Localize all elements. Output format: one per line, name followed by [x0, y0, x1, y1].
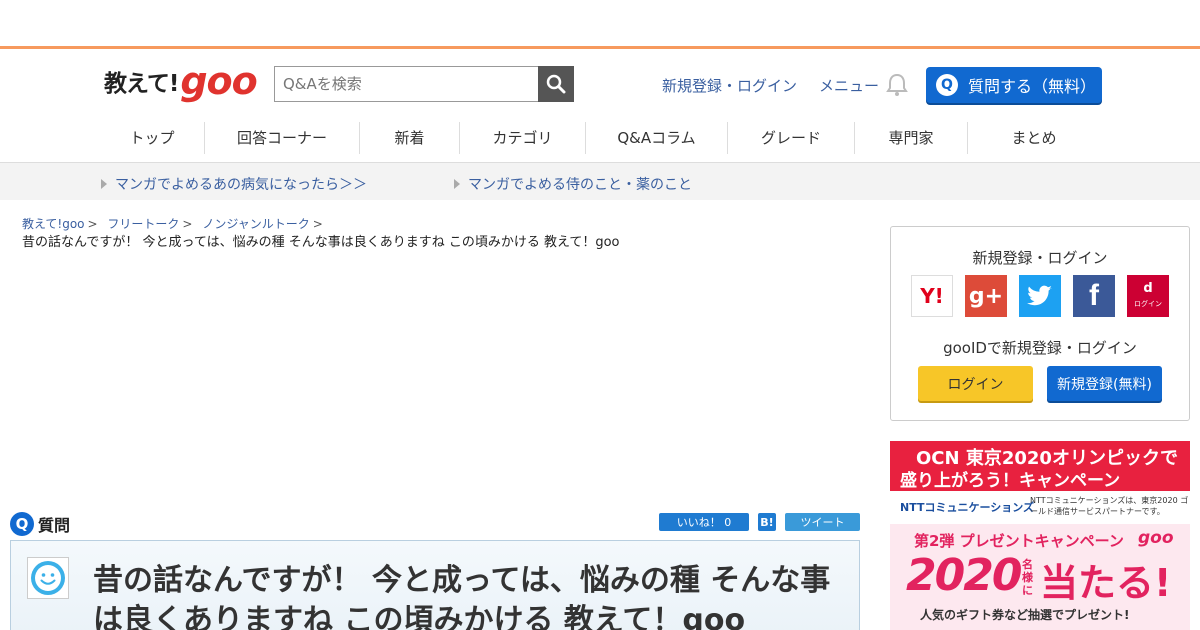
banner-line2: 盛り上がろう！キャンペーン — [900, 471, 1121, 491]
breadcrumb-separator: > — [87, 217, 98, 231]
arrow-right-icon — [101, 179, 107, 189]
banner2-bottom: 人気のギフト券など抽選でプレゼント! — [920, 608, 1130, 622]
facebook-login-icon[interactable]: f — [1073, 275, 1115, 317]
smiley-avatar-icon — [31, 561, 65, 595]
docomo-login-label: ログイン — [1134, 299, 1162, 308]
login-panel: 新規登録・ログイン Y! g+ f d ログイン gooIDで新規登録・ログイン… — [890, 226, 1190, 421]
header-accent-line — [0, 46, 1200, 49]
docomo-login-icon[interactable]: d ログイン — [1127, 275, 1169, 317]
logo-brand: goo — [180, 59, 257, 103]
question-title: 昔の話なんですが！ 今と成っては、悩みの種 そんな事は良くありますね この頃みか… — [93, 563, 831, 630]
hatena-label: B! — [760, 515, 774, 529]
arrow-right-icon — [454, 179, 460, 189]
nav-grade[interactable]: グレード — [728, 122, 855, 154]
social-login-icons: Y! g+ f d ログイン — [911, 275, 1169, 317]
bell-icon — [886, 73, 908, 96]
gooid-heading: gooIDで新規登録・ログイン — [943, 339, 1137, 357]
nav-qa-column[interactable]: Q&Aコラム — [586, 122, 728, 154]
search-form — [274, 66, 574, 102]
promo-link-medicine[interactable]: マンガでよめる侍のこと・薬のこと — [454, 174, 692, 194]
promo-link-disease[interactable]: マンガでよめるあの病気になったら＞＞ — [101, 174, 367, 194]
promo-link-label: マンガでよめる侍のこと・薬のこと — [468, 177, 692, 193]
nav-new[interactable]: 新着 — [360, 122, 460, 154]
header-links: 新規登録・ログイン メニュー — [662, 75, 879, 96]
avatar[interactable] — [27, 557, 69, 599]
nav-answer-corner[interactable]: 回答コーナー — [205, 122, 360, 154]
breadcrumb-item[interactable]: 教えて!goo — [22, 217, 85, 231]
breadcrumb: 教えて!goo > フリートーク > ノンジャンルトーク > — [22, 215, 329, 232]
banner2-line1: 第2弾 プレゼントキャンペーン — [914, 532, 1124, 550]
nav-expert[interactable]: 専門家 — [855, 122, 968, 154]
question-icon: Q — [10, 512, 34, 536]
like-button[interactable]: いいね！ 0 — [659, 513, 749, 531]
banner2-hit: 当たる! — [1040, 561, 1172, 605]
banner2-goo-logo: goo — [1138, 528, 1174, 548]
logo-text: 教えて! — [104, 71, 179, 97]
banner2-number: 2020 — [906, 550, 1022, 601]
nav-top[interactable]: トップ — [100, 122, 205, 154]
breadcrumb-separator: > — [182, 217, 193, 231]
twitter-bird-icon — [1027, 285, 1052, 306]
banner-note: NTTコミュニケーションズは、東京2020 ゴールド通信サービスパートナーです。 — [1030, 496, 1189, 516]
login-button[interactable]: ログイン — [918, 366, 1033, 401]
promo-link-label: マンガでよめるあの病気になったら＞＞ — [115, 177, 367, 193]
present-campaign-banner[interactable]: 第2弾 プレゼントキャンペーン goo 2020 名様に 当たる! 人気のギフト… — [890, 524, 1190, 630]
nav-category[interactable]: カテゴリ — [460, 122, 586, 154]
breadcrumb-separator: > — [312, 217, 323, 231]
site-logo[interactable]: 教えて! goo — [104, 59, 258, 103]
hatena-bookmark-button[interactable]: B! — [758, 513, 776, 531]
ntt-logo: NTTコミュニケーションズ — [900, 501, 1035, 514]
tweet-label: ツイート — [800, 516, 845, 529]
login-link[interactable]: 新規登録・ログイン — [662, 75, 797, 96]
search-icon — [546, 74, 566, 94]
ask-question-label: 質問する（無料） — [968, 77, 1097, 96]
question-box: 昔の話なんですが！ 今と成っては、悩みの種 そんな事は良くありますね この頃みか… — [10, 540, 860, 630]
tweet-button[interactable]: ツイート — [785, 513, 860, 531]
google-plus-login-icon[interactable]: g+ — [965, 275, 1007, 317]
ask-question-button[interactable]: Q 質問する（無料） — [926, 67, 1102, 103]
question-icon: Q — [936, 74, 958, 96]
like-label: いいね！ 0 — [676, 516, 732, 529]
promo-subbar: マンガでよめるあの病気になったら＞＞ マンガでよめる侍のこと・薬のこと — [0, 163, 1200, 200]
banner2-unit: 名様に — [1022, 558, 1033, 597]
search-button[interactable] — [538, 66, 574, 102]
notification-bell[interactable] — [886, 73, 908, 101]
register-button[interactable]: 新規登録(無料) — [1047, 366, 1162, 401]
menu-link[interactable]: メニュー — [819, 75, 879, 96]
ocn-campaign-banner[interactable]: OCN 東京2020オリンピックで 盛り上がろう！キャンペーン NTTコミュニケ… — [890, 441, 1190, 521]
search-input[interactable] — [274, 66, 538, 102]
question-label: 質問 — [38, 516, 71, 535]
breadcrumb-item[interactable]: フリートーク — [107, 217, 179, 231]
global-nav: トップ 回答コーナー 新着 カテゴリ Q&Aコラム グレード 専門家 まとめ — [100, 122, 1100, 154]
twitter-login-icon[interactable] — [1019, 275, 1061, 317]
banner-footer: NTTコミュニケーションズ NTTコミュニケーションズは、東京2020 ゴールド… — [890, 491, 1190, 521]
breadcrumb-item[interactable]: ノンジャンルトーク — [202, 217, 309, 231]
login-panel-heading: 新規登録・ログイン — [972, 249, 1108, 267]
nav-matome[interactable]: まとめ — [968, 122, 1100, 154]
breadcrumb-current: 昔の話なんですが！ 今と成っては、悩みの種 そんな事は良くありますね この頃みか… — [22, 235, 620, 250]
yahoo-login-icon[interactable]: Y! — [911, 275, 953, 317]
question-heading: Q 質問 — [10, 512, 70, 536]
